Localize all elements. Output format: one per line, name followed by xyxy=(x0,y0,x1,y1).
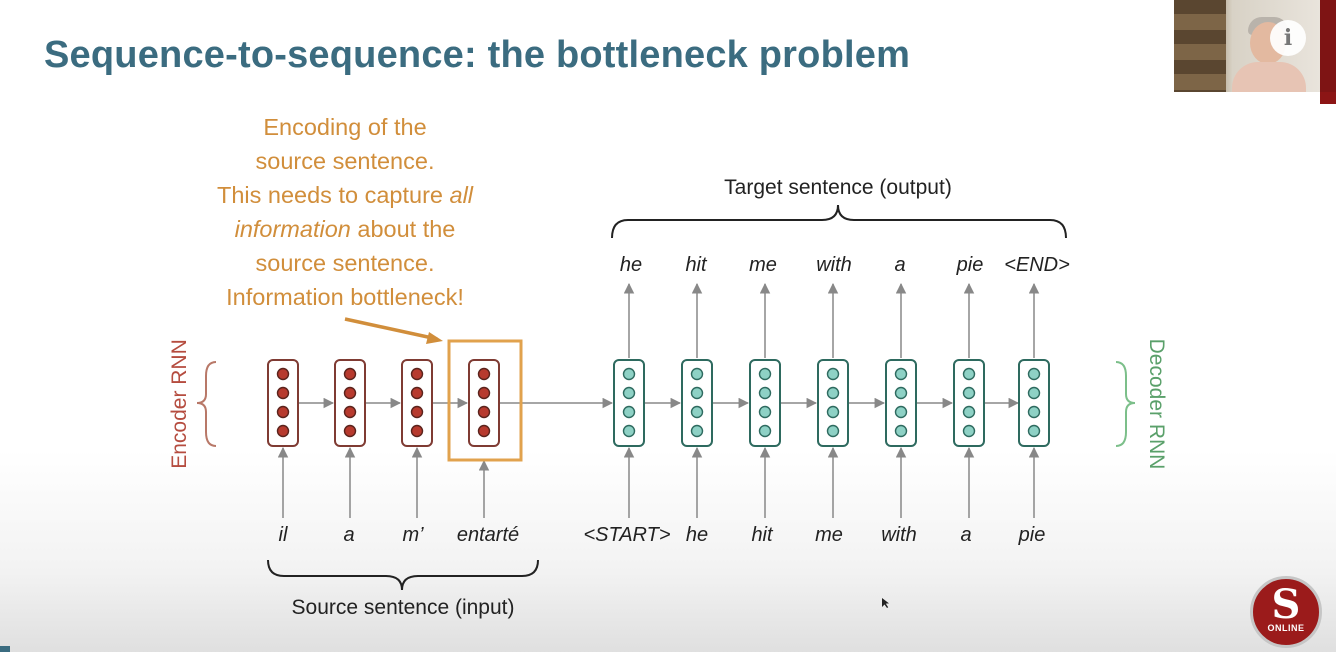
logo-online-text: ONLINE xyxy=(1267,623,1305,633)
encoder-cell-3 xyxy=(401,359,433,447)
target-sentence-label: Target sentence (output) xyxy=(724,176,952,199)
logo-letter: S xyxy=(1271,581,1301,628)
decoder-cell-1 xyxy=(613,359,645,447)
red-side-strip xyxy=(1320,0,1336,104)
encoder-cell-4 xyxy=(468,359,500,447)
decoder-cell-5 xyxy=(885,359,917,447)
encoder-cell-2 xyxy=(334,359,366,447)
decoder-output-word: pie xyxy=(956,254,984,276)
decoder-cell-3 xyxy=(749,359,781,447)
presenter-shirt xyxy=(1232,62,1306,92)
bookshelf-background xyxy=(1174,0,1226,92)
corner-accent xyxy=(0,646,10,652)
decoder-input-word: pie xyxy=(1018,524,1046,546)
decoder-cell-2 xyxy=(681,359,713,447)
encoder-brace xyxy=(196,361,217,447)
encoder-cell-1 xyxy=(267,359,299,447)
decoder-output-word: a xyxy=(894,254,905,276)
decoder-input-word: a xyxy=(960,524,971,546)
decoder-output-word: he xyxy=(620,254,642,276)
annotation-pointer-arrow xyxy=(344,317,438,341)
decoder-cell-6 xyxy=(953,359,985,447)
decoder-output-word: me xyxy=(749,254,777,276)
annotation-pointer-arrowhead xyxy=(426,332,443,344)
decoder-input-word: me xyxy=(815,524,843,546)
encoder-input-word: entarté xyxy=(457,524,519,546)
encoder-input-word: a xyxy=(343,524,354,546)
decoder-brace xyxy=(1115,361,1136,447)
encoder-input-word: il xyxy=(279,524,288,546)
decoder-cell-7 xyxy=(1018,359,1050,447)
source-sentence-label: Source sentence (input) xyxy=(292,596,515,619)
decoder-cell-4 xyxy=(817,359,849,447)
mouse-cursor-icon xyxy=(882,598,889,608)
info-icon[interactable]: i xyxy=(1270,20,1306,56)
decoder-rnn-label: Decoder RNN xyxy=(1145,339,1168,470)
encoder-rnn-label: Encoder RNN xyxy=(168,339,191,469)
encoder-input-word: m’ xyxy=(402,524,424,546)
decoder-output-word: with xyxy=(816,254,852,276)
stanford-online-logo[interactable]: S ONLINE xyxy=(1250,576,1322,648)
seq2seq-diagram: Target sentence (output) Source sentence… xyxy=(168,176,1168,619)
decoder-output-word: <END> xyxy=(1004,254,1070,276)
source-brace xyxy=(267,559,539,591)
target-brace xyxy=(611,204,1067,239)
decoder-input-word: with xyxy=(881,524,917,546)
decoder-input-word: he xyxy=(686,524,708,546)
decoder-output-word: hit xyxy=(685,254,708,276)
decoder-input-word: <START> xyxy=(583,524,670,546)
decoder-input-word: hit xyxy=(751,524,774,546)
